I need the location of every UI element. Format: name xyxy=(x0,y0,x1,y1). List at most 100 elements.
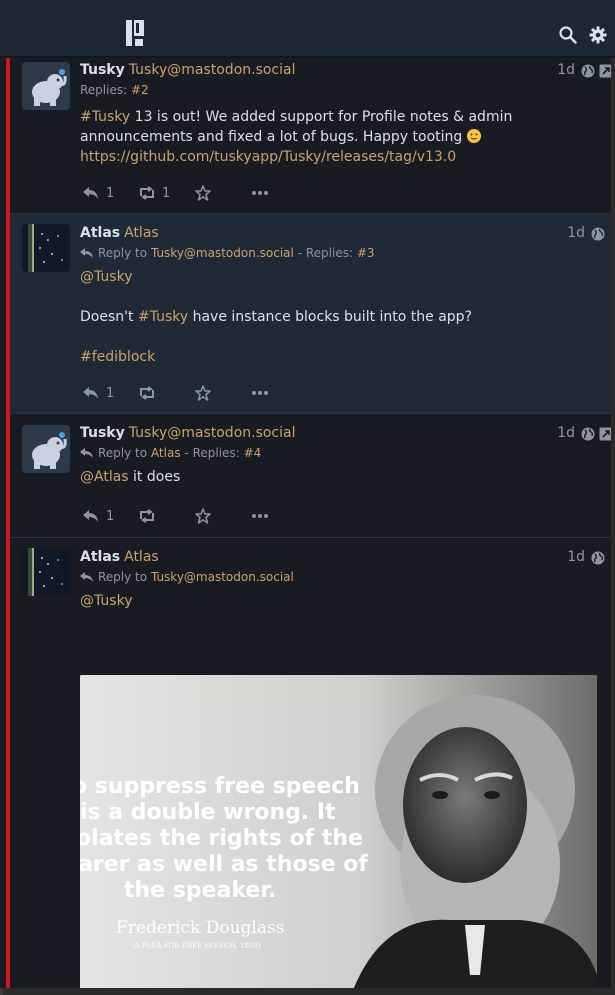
globe-icon xyxy=(581,427,595,441)
reply-button[interactable]: 1 xyxy=(82,183,114,203)
reply-button[interactable]: 1 xyxy=(82,383,114,403)
timestamp: 1d xyxy=(557,62,575,78)
boost-button[interactable] xyxy=(138,506,156,526)
boost-button[interactable]: 1 xyxy=(138,183,170,203)
tusky-avatar-icon xyxy=(22,62,70,110)
mention-link[interactable]: @Tusky xyxy=(80,269,133,285)
quote-source: (A PLEA FOR FREE SPEECH, 1860) xyxy=(132,942,261,950)
media-attachment[interactable]: o suppress free speech is a double wrong… xyxy=(80,675,597,988)
app-logo-icon[interactable] xyxy=(126,20,144,46)
more-button[interactable] xyxy=(252,506,268,526)
status-item[interactable]: Tusky Tusky@mastodon.social 1d Reply to A… xyxy=(10,414,611,537)
favourite-button[interactable] xyxy=(195,183,211,203)
status-item[interactable]: Atlas Atlas 1d Reply to Tusky@mastodon.so… xyxy=(10,214,611,413)
display-name[interactable]: Atlas xyxy=(80,225,120,241)
hashtag-link[interactable]: #Tusky xyxy=(138,309,188,325)
top-bar xyxy=(0,0,615,58)
more-icon xyxy=(252,514,268,518)
account-handle[interactable]: Atlas xyxy=(124,549,159,565)
replies-link[interactable]: #4 xyxy=(244,446,262,460)
reply-icon xyxy=(83,187,98,199)
timestamp: 1d xyxy=(567,225,585,241)
status-text: have instance blocks built into the app? xyxy=(188,309,472,325)
status-item[interactable]: Atlas Atlas 1d Reply to Tusky@mastodon.so… xyxy=(10,538,611,988)
reply-to-label: Reply to xyxy=(98,570,148,584)
status-content: @Tusky Doesn't #Tusky have instance bloc… xyxy=(80,267,601,367)
reply-to-link[interactable]: Tusky@mastodon.social xyxy=(151,246,294,260)
reply-info: Reply to Atlas - Replies: #4 xyxy=(80,446,261,460)
tusky-avatar-icon xyxy=(22,425,70,473)
avatar[interactable] xyxy=(22,425,70,473)
reply-info: Reply to Tusky@mastodon.social - Replies… xyxy=(80,246,375,260)
reply-to-link[interactable]: Atlas xyxy=(151,446,181,460)
globe-icon xyxy=(591,227,605,241)
status-item[interactable]: Tusky Tusky@mastodon.social 1d Replies: #… xyxy=(10,58,611,213)
external-link-icon[interactable] xyxy=(599,427,611,441)
more-button[interactable] xyxy=(252,183,268,203)
mention-link[interactable]: @Atlas xyxy=(80,469,129,485)
reply-to-label: Reply to xyxy=(98,446,148,460)
avatar[interactable] xyxy=(22,62,70,110)
replies-label: Replies: xyxy=(80,83,128,97)
avatar[interactable] xyxy=(22,548,70,596)
replies-link[interactable]: #3 xyxy=(357,246,375,260)
atlas-avatar-icon xyxy=(22,548,70,596)
favourite-button[interactable] xyxy=(195,506,211,526)
star-icon xyxy=(195,385,211,401)
boost-button[interactable] xyxy=(138,383,156,403)
reply-icon xyxy=(83,510,98,522)
separator: - xyxy=(297,246,303,260)
quote-line: the speaker. xyxy=(124,878,276,903)
quote-line: arer as well as those of xyxy=(80,852,368,877)
reply-count: 1 xyxy=(106,508,115,524)
reply-icon xyxy=(83,387,98,399)
replies-link[interactable]: #2 xyxy=(131,83,149,97)
reply-button[interactable]: 1 xyxy=(82,506,114,526)
status-content: @Atlas it does xyxy=(80,467,601,487)
reply-to-icon xyxy=(80,572,93,582)
quote-image: o suppress free speech is a double wrong… xyxy=(80,675,597,988)
status-text: it does xyxy=(128,469,181,485)
release-link[interactable]: https://github.com/tuskyapp/Tusky/releas… xyxy=(80,149,456,165)
account-handle[interactable]: Tusky@mastodon.social xyxy=(129,62,296,78)
quote-line: o suppress free speech xyxy=(80,774,360,799)
star-icon xyxy=(195,508,211,524)
more-button[interactable] xyxy=(252,383,268,403)
boost-icon xyxy=(140,186,154,200)
display-name[interactable]: Atlas xyxy=(80,549,120,565)
avatar[interactable] xyxy=(22,224,70,272)
atlas-avatar-icon xyxy=(22,224,70,272)
timestamp: 1d xyxy=(567,549,585,565)
boost-count: 1 xyxy=(162,185,171,201)
account-handle[interactable]: Tusky@mastodon.social xyxy=(129,425,296,441)
hashtag-link[interactable]: #fediblock xyxy=(80,349,155,365)
display-name[interactable]: Tusky xyxy=(80,62,125,78)
star-icon xyxy=(195,185,211,201)
more-icon xyxy=(252,391,268,395)
reply-info: Reply to Tusky@mastodon.social xyxy=(80,570,294,584)
globe-icon xyxy=(581,64,595,78)
display-name[interactable]: Tusky xyxy=(80,425,125,441)
quote-line: is a double wrong. It xyxy=(80,800,336,825)
timeline: Tusky Tusky@mastodon.social 1d Replies: #… xyxy=(0,58,611,988)
external-link-icon[interactable] xyxy=(599,64,611,78)
status-text: Doesn't xyxy=(80,309,138,325)
reply-to-icon xyxy=(80,448,93,458)
timestamp: 1d xyxy=(557,425,575,441)
quote-author: Frederick Douglass xyxy=(116,918,284,938)
gear-icon[interactable] xyxy=(589,26,607,44)
globe-icon xyxy=(591,551,605,565)
reply-to-label: Reply to xyxy=(98,246,148,260)
boost-icon xyxy=(140,509,154,523)
hashtag-link[interactable]: #Tusky xyxy=(80,109,130,125)
search-icon[interactable] xyxy=(559,26,577,44)
favourite-button[interactable] xyxy=(195,383,211,403)
more-icon xyxy=(252,191,268,195)
status-content: @Tusky xyxy=(80,591,601,611)
replies-label: Replies: xyxy=(305,246,354,260)
reply-to-link[interactable]: Tusky@mastodon.social xyxy=(151,570,294,584)
boost-icon xyxy=(140,386,154,400)
account-handle[interactable]: Atlas xyxy=(124,225,159,241)
mention-link[interactable]: @Tusky xyxy=(80,593,133,609)
status-text: 13 is out! We added support for Profile … xyxy=(80,109,513,145)
